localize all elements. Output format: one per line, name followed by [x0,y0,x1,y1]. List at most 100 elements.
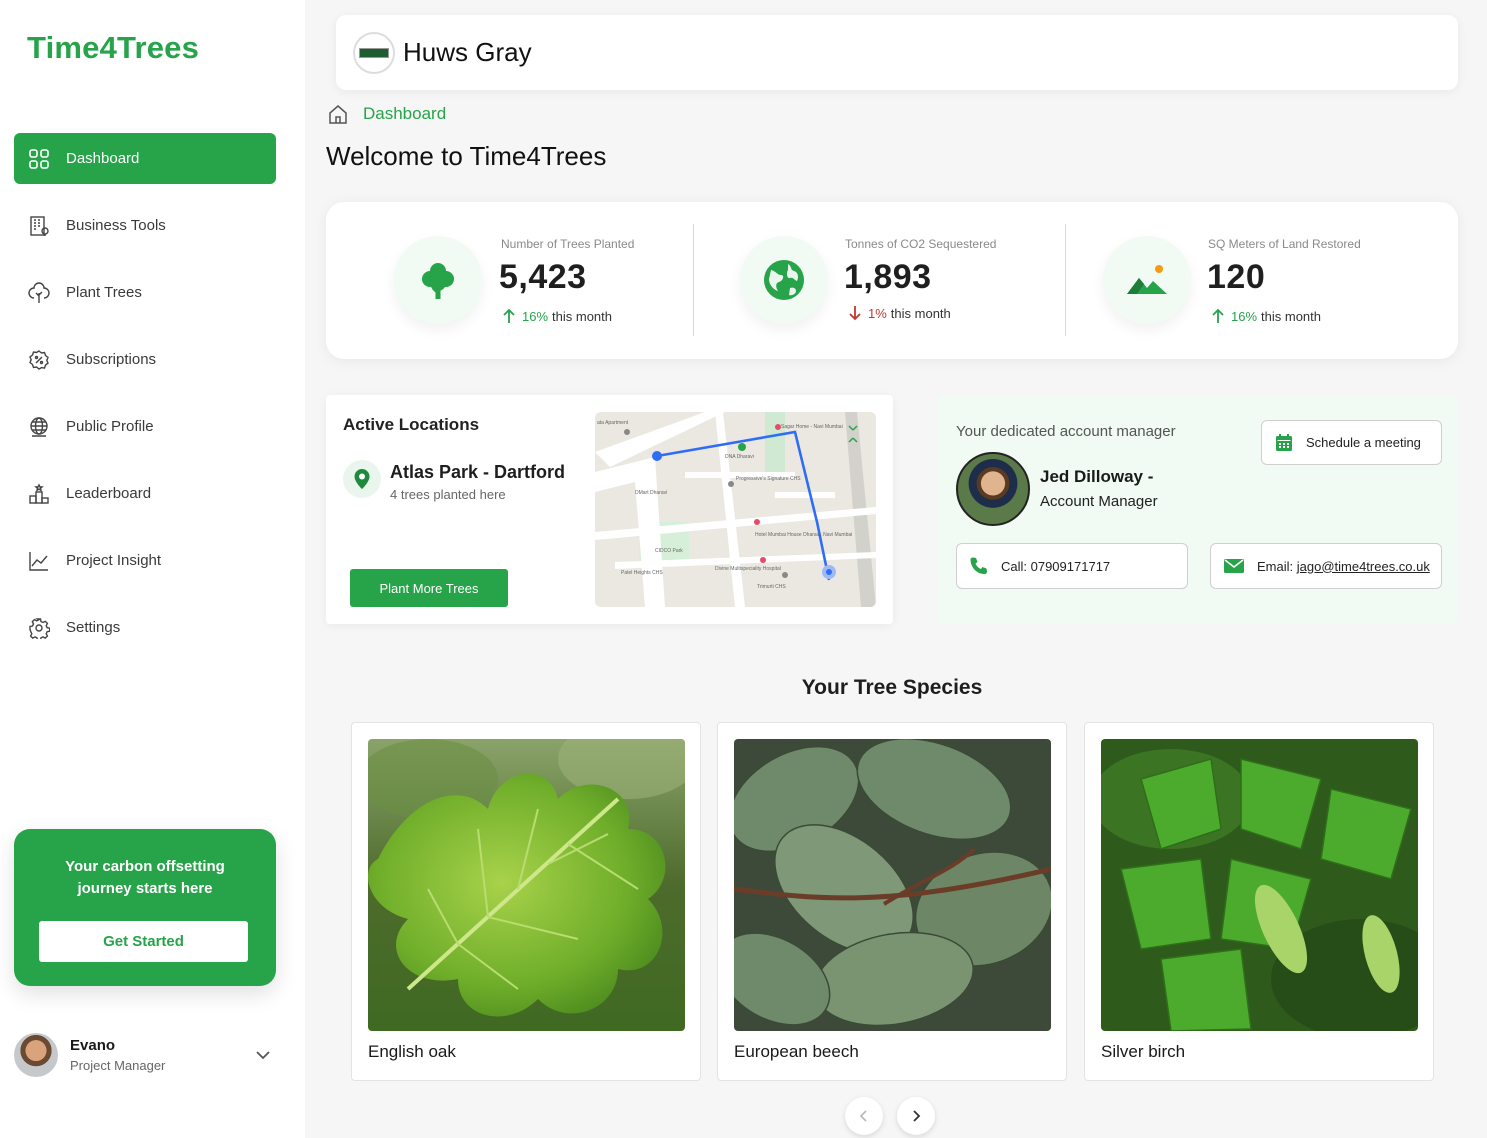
section-title: Your Tree Species [801,676,983,699]
sidebar-item-business-tools[interactable]: Business Tools [14,200,276,251]
stat-co2-sequestered: Tonnes of CO2 Sequestered 1,893 1% this … [694,202,1065,359]
carousel-prev-button[interactable] [845,1097,883,1135]
stat-change-text: this month [1261,308,1322,324]
map-label: Progressive's Signature CHS [736,476,801,482]
stat-trees-planted: Number of Trees Planted 5,423 16% this m… [326,202,694,359]
species-image [368,739,685,1031]
species-name: English oak [368,1042,456,1061]
sidebar-item-label: Business Tools [66,217,166,234]
map-label: ata Apartment [597,420,629,426]
sidebar-item-label: Leaderboard [66,485,152,502]
stat-land-restored: SQ Meters of Land Restored 120 16% this … [1066,202,1458,359]
location-subtitle: 4 trees planted here [390,487,506,502]
calendar-icon [1276,433,1292,451]
chevron-down-icon[interactable] [254,1046,272,1064]
globe-icon [28,416,50,438]
location-name[interactable]: Atlas Park - Dartford [390,462,565,483]
page-title: Welcome to Time4Trees [326,141,607,171]
map-label: Trimurti CHS [757,584,786,590]
stat-value: 5,423 [499,258,587,296]
map-label: DMart Dharavi [635,490,668,496]
home-icon[interactable] [327,103,349,125]
promo-text: Your carbon offsetting journey starts he… [65,858,225,897]
user-role: Project Manager [70,1058,166,1073]
account-manager-role: Account Manager [1040,493,1158,510]
promo-card: Your carbon offsetting journey starts he… [14,829,276,986]
user-name: Evano [70,1037,116,1054]
tree-icon [28,281,50,304]
email-button[interactable]: Email: jago@time4trees.co.uk [1210,543,1442,589]
schedule-meeting-label: Schedule a meeting [1306,435,1421,450]
stat-label: Tonnes of CO2 Sequestered [845,237,997,251]
call-button[interactable]: Call: 07909171717 [956,543,1188,589]
stat-change-pct: 1% [868,305,887,321]
app-logo[interactable]: Time4Trees [27,30,199,66]
account-manager-avatar [956,452,1030,526]
arrow-up-icon [1212,308,1224,323]
stat-change-pct: 16% [522,308,549,324]
species-name: Silver birch [1101,1042,1186,1061]
sidebar-item-settings[interactable]: Settings [14,602,276,653]
species-image [734,739,1051,1031]
sidebar-item-label: Public Profile [66,418,154,435]
species-card-european-beech[interactable]: European beech [717,722,1067,1081]
line-chart-icon [28,550,50,572]
building-icon [28,215,50,237]
stat-value: 120 [1207,258,1266,296]
sidebar-item-project-insight[interactable]: Project Insight [14,535,276,586]
sidebar-item-plant-trees[interactable]: Plant Trees [14,267,276,318]
badge-percent-icon [28,349,50,371]
species-name: European beech [734,1042,859,1061]
company-logo [353,32,395,74]
plant-more-trees-button[interactable]: Plant More Trees [350,569,508,607]
stat-label: SQ Meters of Land Restored [1208,237,1361,251]
stats-card: Number of Trees Planted 5,423 16% this m… [326,202,1458,359]
dashboard-grid-icon [28,148,50,170]
map-label: CIDCO Park [655,548,683,554]
sidebar-item-subscriptions[interactable]: Subscriptions [14,334,276,385]
company-name: Huws Gray [403,37,532,67]
chevron-left-icon [859,1110,867,1122]
email-link[interactable]: jago@time4trees.co.uk [1297,559,1430,574]
map-label: DNA Dharavi [725,454,754,460]
stat-value: 1,893 [844,258,932,296]
avatar [14,1033,58,1077]
stat-change: 1% this month [847,305,951,321]
sidebar-item-public-profile[interactable]: Public Profile [14,401,276,452]
sidebar-item-label: Settings [66,619,121,636]
earth-icon [740,236,828,324]
get-started-button[interactable]: Get Started [39,921,248,962]
podium-icon [28,482,50,505]
sidebar-item-label: Project Insight [66,552,162,569]
breadcrumb: Dashboard [327,103,446,125]
mail-icon [1224,559,1244,573]
section-title: Active Locations [343,415,480,434]
map-label: Sagar Home - Navi Mumbai [781,424,843,430]
call-label: Call: 07909171717 [1001,558,1111,574]
sidebar-item-dashboard[interactable]: Dashboard [14,133,276,184]
map-label: Divine Multispeciality Hospital [715,566,781,572]
carousel-next-button[interactable] [897,1097,935,1135]
species-card-english-oak[interactable]: English oak [351,722,701,1081]
sidebar-item-leaderboard[interactable]: Leaderboard [14,468,276,519]
schedule-meeting-button[interactable]: Schedule a meeting [1261,420,1442,465]
stat-change-text: this month [890,305,951,321]
stat-change: 16% this month [1210,308,1321,324]
location-map[interactable]: ata Apartment Sagar Home - Navi Mumbai D… [595,412,876,607]
chevron-right-icon [913,1110,921,1122]
account-manager-card: Your dedicated account manager Schedule … [938,395,1458,624]
company-header: Huws Gray [336,15,1458,90]
arrow-up-icon [503,308,515,323]
breadcrumb-item-dashboard[interactable]: Dashboard [363,104,446,124]
species-card-silver-birch[interactable]: Silver birch [1084,722,1434,1081]
email-prefix: Email: [1257,558,1297,574]
account-manager-caption: Your dedicated account manager [956,423,1176,440]
active-locations-card: Active Locations Atlas Park - Dartford 4… [326,395,893,624]
stat-change: 16% this month [501,308,612,324]
map-label: Hotel Mumbai House Dharavi, Navi Mumbai [755,532,853,538]
sidebar-item-label: Dashboard [66,150,140,167]
user-profile[interactable]: Evano Project Manager [14,1033,276,1079]
arrow-down-icon [849,306,861,321]
sidebar-item-label: Plant Trees [66,284,142,301]
stat-change-pct: 16% [1231,308,1258,324]
